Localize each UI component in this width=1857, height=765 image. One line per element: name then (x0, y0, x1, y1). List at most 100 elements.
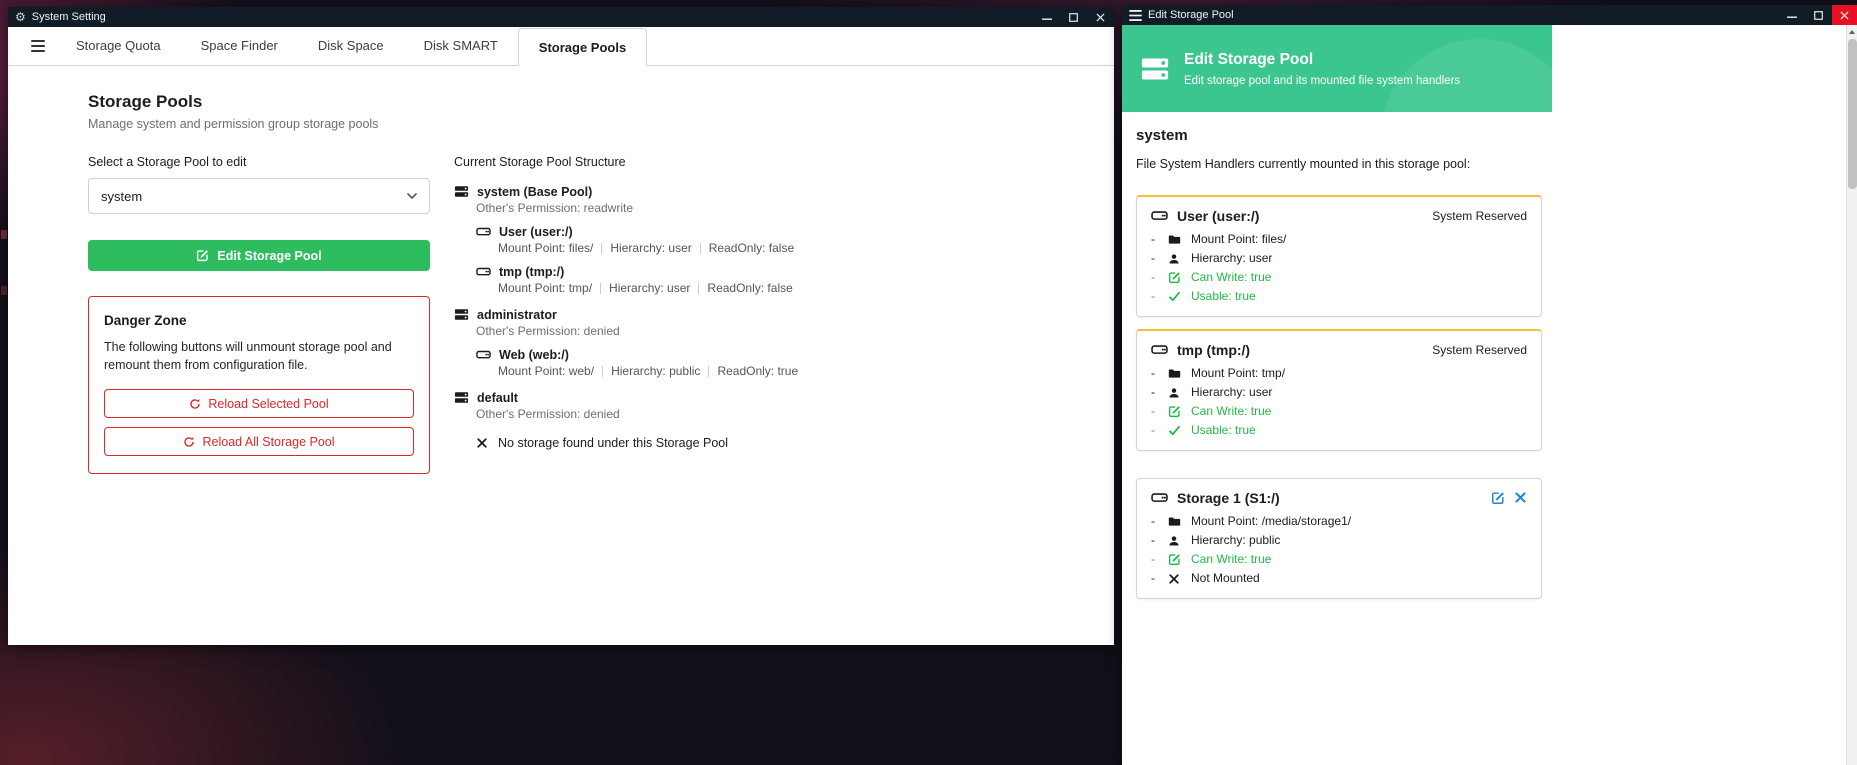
bullet-dash: - (1151, 405, 1168, 418)
handler-mounted-status: Not Mounted (1191, 572, 1260, 585)
server-icon (454, 307, 469, 322)
edit-icon (1168, 553, 1183, 566)
system-reserved-badge: System Reserved (1432, 343, 1527, 357)
pool-edit-column: Select a Storage Pool to edit system Edi… (88, 155, 430, 474)
tab-disk-smart[interactable]: Disk SMART (404, 27, 518, 65)
bullet-dash: - (1151, 367, 1168, 380)
mount-name: tmp (tmp:/) (499, 265, 564, 279)
vertical-scrollbar[interactable] (1846, 25, 1857, 765)
maximize-button[interactable] (1060, 7, 1087, 27)
mount-hierarchy: Hierarchy: public (611, 364, 700, 378)
desktop-icon (1, 230, 7, 239)
edit-icon (1168, 271, 1183, 284)
scrollbar-thumb[interactable] (1848, 39, 1857, 189)
user-icon (1168, 387, 1183, 399)
remove-handler-button[interactable] (1514, 491, 1527, 505)
reload-selected-pool-label: Reload Selected Pool (208, 397, 328, 411)
page-subtitle: Manage system and permission group stora… (88, 117, 1084, 131)
handler-actions (1491, 491, 1527, 505)
cross-icon (1168, 573, 1183, 585)
hdd-icon (1151, 341, 1168, 358)
tab-storage-quota[interactable]: Storage Quota (56, 27, 181, 65)
structure-heading: Current Storage Pool Structure (454, 155, 1054, 169)
handler-usable: Usable: true (1191, 290, 1256, 303)
reload-all-pool-button[interactable]: Reload All Storage Pool (104, 427, 414, 456)
bullet-dash: - (1151, 271, 1168, 284)
pool-editor-header: Edit Storage Pool Edit storage pool and … (1122, 25, 1552, 112)
handler-name: User (user:/) (1177, 208, 1259, 224)
bullet-dash: - (1151, 572, 1168, 585)
separator (708, 366, 709, 377)
mount-readonly: ReadOnly: false (707, 281, 792, 295)
hdd-icon (476, 264, 491, 279)
close-button[interactable] (1832, 5, 1857, 25)
pool-structure-column: Current Storage Pool Structure system (B… (454, 155, 1054, 474)
server-icon (1140, 54, 1170, 84)
separator (700, 243, 701, 254)
danger-zone-card: Danger Zone The following buttons will u… (88, 296, 430, 474)
handler-hierarchy: Hierarchy: user (1191, 386, 1272, 399)
handler-mount-point: Mount Point: tmp/ (1191, 367, 1285, 380)
handler-usable: Usable: true (1191, 424, 1256, 437)
chevron-down-icon (407, 193, 417, 199)
menu-icon[interactable] (20, 27, 56, 65)
storage-pool-select[interactable]: system (88, 178, 430, 214)
pool-name: system (Base Pool) (477, 185, 592, 199)
pool-empty-message: No storage found under this Storage Pool (498, 436, 728, 450)
handler-mount-point: Mount Point: /media/storage1/ (1191, 515, 1351, 528)
pool-permission: Other's Permission: denied (476, 407, 1054, 421)
separator (698, 283, 699, 294)
mount-point: Mount Point: files/ (498, 241, 593, 255)
separator (601, 243, 602, 254)
server-icon (454, 390, 469, 405)
bullet-dash: - (1151, 553, 1168, 566)
edit-icon (196, 249, 209, 262)
pool-node-system: system (Base Pool) Other's Permission: r… (454, 184, 1054, 295)
mount-name: User (user:/) (499, 225, 573, 239)
storage-pools-page: Storage Pools Manage system and permissi… (8, 66, 1114, 474)
pool-editor-content: system File System Handlers currently mo… (1122, 112, 1552, 599)
editing-pool-name: system (1136, 127, 1540, 144)
minimize-button[interactable] (1033, 7, 1060, 27)
handler-name: Storage 1 (S1:/) (1177, 490, 1280, 506)
mount-hierarchy: Hierarchy: user (609, 281, 690, 295)
user-icon (1168, 535, 1183, 547)
tab-space-finder[interactable]: Space Finder (181, 27, 298, 65)
tab-storage-pools[interactable]: Storage Pools (518, 28, 647, 66)
danger-zone-title: Danger Zone (104, 313, 414, 328)
pool-permission: Other's Permission: denied (476, 324, 1054, 338)
bullet-dash: - (1151, 534, 1168, 547)
refresh-icon (183, 436, 195, 448)
edit-storage-pool-titlebar[interactable]: Edit Storage Pool (1122, 5, 1857, 25)
pool-name: default (477, 391, 518, 405)
hdd-icon (476, 347, 491, 362)
system-reserved-badge: System Reserved (1432, 209, 1527, 223)
maximize-button[interactable] (1805, 5, 1832, 25)
edit-handler-button[interactable] (1491, 491, 1505, 505)
menu-icon[interactable] (1129, 10, 1142, 21)
hdd-icon (1151, 489, 1168, 506)
mount-node-tmp: tmp (tmp:/) Mount Point: tmp/ Hierarchy:… (476, 264, 1054, 295)
handler-can-write: Can Write: true (1191, 553, 1271, 566)
edit-storage-pool-button[interactable]: Edit Storage Pool (88, 240, 430, 271)
edit-storage-pool-window: Edit Storage Pool Edit Storage Pool Edit… (1122, 5, 1857, 765)
refresh-icon (189, 398, 201, 410)
server-icon (454, 184, 469, 199)
hdd-icon (476, 224, 491, 239)
settings-tab-bar: Storage Quota Space Finder Disk Space Di… (8, 27, 1114, 66)
mount-readonly: ReadOnly: true (717, 364, 798, 378)
mount-hierarchy: Hierarchy: user (610, 241, 691, 255)
reload-selected-pool-button[interactable]: Reload Selected Pool (104, 389, 414, 418)
mount-readonly: ReadOnly: false (709, 241, 794, 255)
system-setting-titlebar[interactable]: ⚙ System Setting (8, 7, 1114, 27)
window-controls (1778, 5, 1857, 25)
storage-pool-tree: system (Base Pool) Other's Permission: r… (454, 184, 1054, 450)
hdd-icon (1151, 207, 1168, 224)
window-title: Edit Storage Pool (1148, 9, 1234, 21)
handler-name: tmp (tmp:/) (1177, 342, 1250, 358)
close-button[interactable] (1087, 7, 1114, 27)
minimize-button[interactable] (1778, 5, 1805, 25)
folder-icon (1168, 367, 1183, 380)
scroll-up-arrow[interactable] (1847, 25, 1857, 38)
tab-disk-space[interactable]: Disk Space (298, 27, 404, 65)
